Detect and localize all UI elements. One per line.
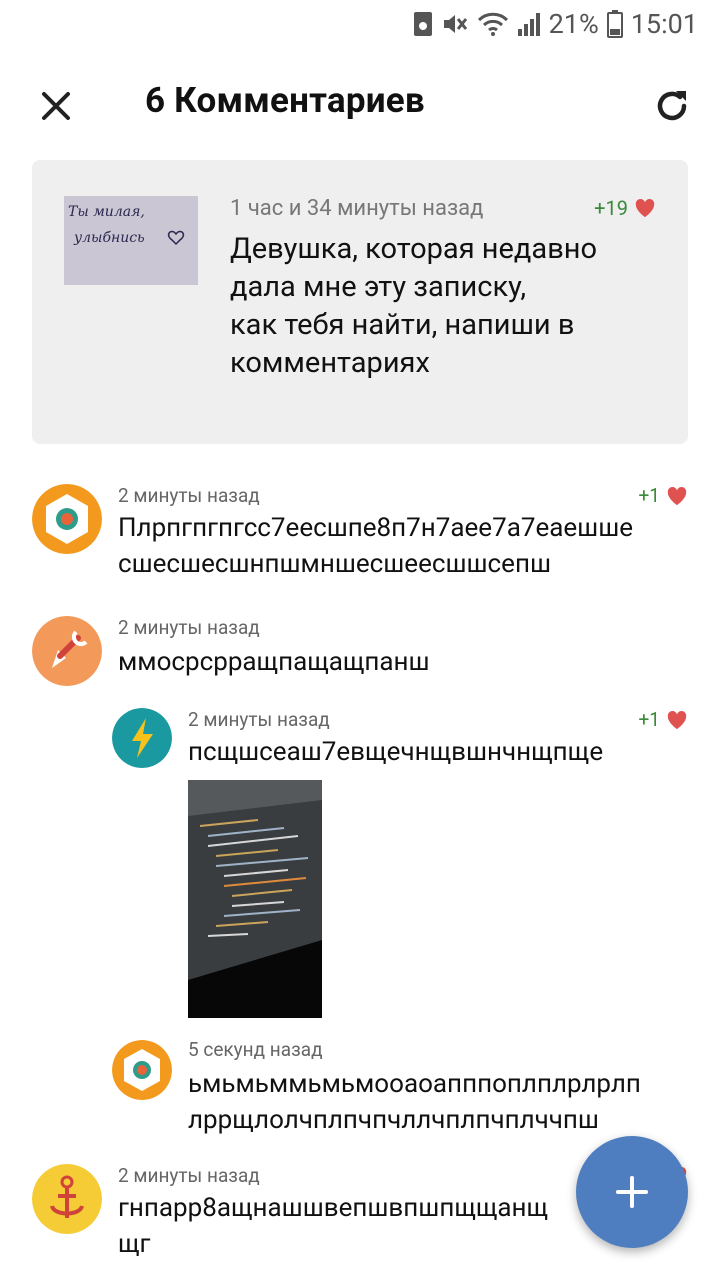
header: 6 Комментариев (0, 56, 720, 156)
reply: 2 минуты назад +1 псщшсеаш7евщечнщвшнчнщ… (0, 704, 720, 1024)
comment-text: ммосрсрращпащащпанш (118, 644, 698, 680)
comment-time: 5 секунд назад (188, 1038, 323, 1061)
post-card[interactable]: Ты милая, улыбнись 1 час и 34 минуты наз… (32, 160, 688, 444)
comment-likes[interactable]: +1 (639, 484, 688, 507)
comment-text: ьмьмьммьмьмооаоапппоплплрлрлп лррщлолчпл… (188, 1066, 708, 1138)
comment-likes[interactable]: +1 (639, 708, 688, 731)
comment-text: Плрпгпгпгсс7еесшпе8п7н7аее7а7еаешше сшес… (118, 510, 698, 582)
heart-icon (635, 198, 655, 218)
note-line-2: улыбнись (73, 230, 145, 246)
avatar[interactable] (32, 484, 102, 554)
signal-icon (517, 11, 541, 37)
wifi-icon (477, 11, 509, 37)
heart-icon (667, 710, 687, 729)
refresh-icon (657, 91, 687, 121)
reply: 5 секунд назад ьмьмьммьмьмооаоапппоплплр… (0, 1036, 720, 1146)
comment-time: 2 минуты назад (118, 484, 260, 507)
comment-text-line: ьмьмьммьмьмооаоапппоплплрлрлп (188, 1069, 641, 1099)
clock: 15:01 (630, 8, 698, 40)
comment-text-line: псщшсеаш7евщечнщвшнчнщпще (188, 737, 604, 767)
status-bar: 21% 15:01 (0, 0, 720, 48)
comment: 2 минуты назад ммосрсрращпащащпанш (0, 612, 720, 692)
status-icons: 21% 15:01 (413, 6, 698, 42)
comment-attachment-image[interactable] (188, 780, 322, 1018)
post-text-line: дала мне эту записку, (230, 270, 527, 304)
post-text-line: комментариях (230, 346, 430, 380)
comment-text-line: Плрпгпгпгсс7еесшпе8п7н7аее7а7еаешше (118, 513, 634, 543)
post-like-count: +19 (594, 196, 628, 220)
comment-text-line: ммосрсрращпащащпанш (118, 647, 430, 677)
comment-like-count: +1 (638, 708, 660, 731)
lightning-avatar-icon (112, 708, 172, 768)
battery-percent: 21% (548, 8, 599, 40)
battery-icon (606, 10, 623, 38)
comment-time: 2 минуты назад (188, 708, 330, 731)
avatar[interactable] (112, 1040, 172, 1100)
comment-time: 2 минуты назад (118, 616, 260, 639)
anchor-avatar-icon (32, 1164, 102, 1234)
heart-icon (667, 486, 687, 505)
storage-icon (413, 11, 433, 37)
post-image[interactable]: Ты милая, улыбнись (64, 196, 198, 285)
close-button[interactable] (36, 86, 76, 126)
post-text-line: Девушка, которая недавно (230, 232, 598, 266)
shovel-avatar-icon (32, 616, 102, 686)
note-line-1: Ты милая, (68, 204, 145, 220)
post-text-line: как тебя найти, напиши в (230, 308, 575, 342)
hex-nut-avatar-icon (32, 484, 102, 554)
comment-time: 2 минуты назад (118, 1164, 260, 1187)
hex-nut-avatar-icon (112, 1040, 172, 1100)
post-likes[interactable]: +19 (594, 196, 656, 220)
comment-like-count: +1 (638, 484, 660, 507)
page-title: 6 Комментариев (145, 80, 425, 121)
comment-text: псщшсеаш7евщечнщвшнчнщпще (188, 734, 698, 770)
post-text: Девушка, которая недавно дала мне эту за… (230, 230, 660, 382)
mute-icon (441, 11, 469, 37)
plus-icon (616, 1176, 648, 1208)
refresh-button[interactable] (652, 86, 692, 126)
close-icon (42, 92, 70, 120)
comment-text-line: сшесшесшнпшмншесшеесшшсепш (118, 549, 551, 579)
avatar[interactable] (32, 1164, 102, 1234)
avatar[interactable] (32, 616, 102, 686)
avatar[interactable] (112, 708, 172, 768)
add-comment-button[interactable] (576, 1136, 688, 1248)
comment-text-line: лррщлолчплпчпчллчплпчплччпш (188, 1105, 599, 1135)
comment: 2 минуты назад +1 Плрпгпгпгсс7еесшпе8п7н… (0, 480, 720, 590)
post-time: 1 час и 34 минуты назад (230, 196, 484, 221)
